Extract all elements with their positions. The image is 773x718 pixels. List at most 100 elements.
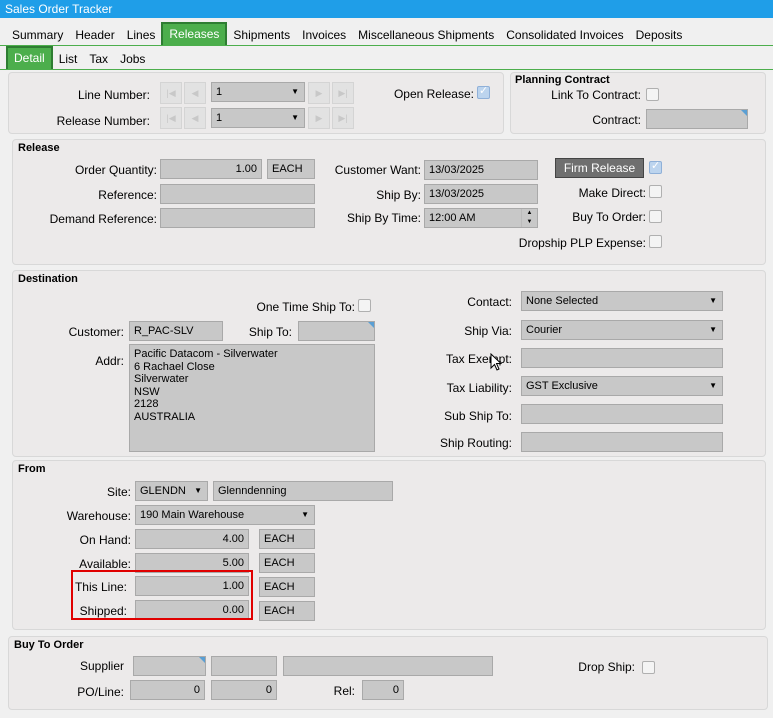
first-line-icon[interactable]: |◀	[160, 82, 182, 104]
sub-ship-to-field[interactable]	[521, 404, 723, 424]
link-to-contract-checkbox[interactable]	[646, 88, 659, 101]
reference-field[interactable]	[160, 184, 315, 204]
release-title: Release	[18, 142, 60, 154]
tab-header[interactable]: Header	[69, 24, 120, 46]
firm-release-checkbox[interactable]	[649, 159, 662, 174]
first-release-icon[interactable]: |◀	[160, 107, 182, 129]
this-line-uom[interactable]: EACH	[259, 577, 315, 597]
on-hand-label: On Hand:	[79, 533, 131, 547]
ship-by-time-label: Ship By Time:	[346, 211, 421, 225]
on-hand-field[interactable]: 4.00	[135, 529, 249, 549]
make-direct-checkbox[interactable]	[649, 185, 662, 198]
drop-ship-label: Drop Ship:	[578, 660, 635, 674]
buy-to-order-checkbox[interactable]	[649, 210, 662, 223]
demand-reference-label: Demand Reference:	[49, 212, 157, 226]
address-line: AUSTRALIA	[134, 410, 196, 423]
warehouse-select[interactable]: 190 Main Warehouse ▼	[135, 505, 315, 525]
release-number-label: Release Number:	[56, 114, 150, 128]
tax-liability-label: Tax Liability:	[446, 381, 512, 395]
ship-by-label: Ship By:	[376, 188, 421, 202]
address-line: Silverwater	[134, 373, 189, 386]
order-quantity-label: Order Quantity:	[74, 163, 157, 177]
buy-to-order-title: Buy To Order	[14, 639, 84, 651]
sub-ship-to-label: Sub Ship To:	[444, 409, 512, 423]
mouse-cursor-icon	[490, 353, 503, 371]
supplier-code-field[interactable]	[211, 656, 277, 676]
open-release-checkbox[interactable]	[477, 84, 490, 99]
warehouse-label: Warehouse:	[66, 509, 131, 523]
dropship-plp-label: Dropship PLP Expense:	[518, 236, 646, 250]
customer-want-label: Customer Want:	[334, 163, 421, 177]
address-line: 2128	[134, 398, 159, 411]
drop-ship-checkbox[interactable]	[642, 661, 655, 674]
supplier-label: Supplier	[79, 659, 124, 673]
tax-exempt-field[interactable]	[521, 348, 723, 368]
planning-contract-title: Planning Contract	[515, 74, 610, 86]
tab-jobs[interactable]: Jobs	[114, 48, 151, 70]
link-to-contract-label: Link To Contract:	[551, 88, 641, 102]
prev-line-icon[interactable]: ◀	[184, 82, 206, 104]
last-release-icon[interactable]: ▶|	[332, 107, 354, 129]
tab-list[interactable]: List	[53, 48, 84, 70]
tab-detail[interactable]: Detail	[6, 46, 53, 70]
release-number-select[interactable]: 1 ▼	[211, 108, 305, 128]
line-number-label: Line Number:	[77, 88, 150, 102]
addr-label: Addr:	[95, 354, 124, 368]
contact-select[interactable]: None Selected ▼	[521, 291, 723, 311]
site-select[interactable]: GLENDN ▼	[135, 481, 208, 501]
address-line: NSW	[134, 385, 160, 398]
ship-via-select[interactable]: Courier ▼	[521, 320, 723, 340]
order-quantity-field[interactable]: 1.00	[160, 159, 262, 179]
on-hand-uom[interactable]: EACH	[259, 529, 315, 549]
ship-to-label: Ship To:	[248, 325, 292, 339]
next-line-icon[interactable]: ▶	[308, 82, 330, 104]
tab-consolidated-invoices[interactable]: Consolidated Invoices	[500, 24, 629, 46]
customer-field[interactable]: R_PAC-SLV	[129, 321, 223, 341]
rel-field[interactable]: 0	[362, 680, 404, 700]
address-line: Pacific Datacom - Silverwater	[134, 348, 278, 360]
window-title: Sales Order Tracker	[0, 0, 773, 18]
tab-deposits[interactable]: Deposits	[630, 24, 689, 46]
contract-field[interactable]	[646, 109, 748, 129]
available-uom[interactable]: EACH	[259, 553, 315, 573]
subtab-underline	[0, 69, 773, 70]
supplier-id-field[interactable]	[133, 656, 206, 676]
tab-invoices[interactable]: Invoices	[296, 24, 352, 46]
po-field[interactable]: 0	[130, 680, 205, 700]
dropship-plp-checkbox[interactable]	[649, 235, 662, 248]
address-line: 6 Rachael Close	[134, 360, 215, 373]
supplier-name-field[interactable]	[283, 656, 493, 676]
one-time-ship-to-checkbox[interactable]	[358, 299, 371, 312]
tab-summary[interactable]: Summary	[6, 24, 69, 46]
from-title: From	[18, 463, 46, 475]
po-line-label: PO/Line:	[77, 685, 124, 699]
shipped-uom[interactable]: EACH	[259, 601, 315, 621]
tab-shipments[interactable]: Shipments	[227, 24, 296, 46]
demand-reference-field[interactable]	[160, 208, 315, 228]
tab-lines[interactable]: Lines	[121, 24, 162, 46]
order-quantity-uom[interactable]: EACH	[267, 159, 315, 179]
site-name-field[interactable]: Glenndenning	[213, 481, 393, 501]
tax-liability-select[interactable]: GST Exclusive ▼	[521, 376, 723, 396]
rel-label: Rel:	[333, 684, 355, 698]
contract-label: Contract:	[592, 113, 641, 127]
tab-releases[interactable]: Releases	[161, 22, 228, 46]
prev-release-icon[interactable]: ◀	[184, 107, 206, 129]
one-time-ship-to-label: One Time Ship To:	[256, 300, 356, 314]
tab-tax[interactable]: Tax	[83, 48, 114, 70]
firm-release-button[interactable]: Firm Release	[555, 158, 644, 178]
ship-to-field[interactable]	[298, 321, 375, 341]
tab-misc-shipments[interactable]: Miscellaneous Shipments	[352, 24, 500, 46]
sub-tab-bar: Detail List Tax Jobs	[0, 46, 151, 70]
line-field[interactable]: 0	[211, 680, 277, 700]
last-line-icon[interactable]: ▶|	[332, 82, 354, 104]
line-number-select[interactable]: 1 ▼	[211, 82, 305, 102]
customer-want-field[interactable]: 13/03/2025	[424, 160, 538, 180]
main-tab-bar: Summary Header Lines Releases Shipments …	[0, 22, 688, 46]
reference-label: Reference:	[98, 188, 157, 202]
address-box[interactable]: Pacific Datacom - Silverwater 6 Rachael …	[129, 344, 375, 452]
contact-label: Contact:	[467, 295, 512, 309]
ship-routing-field[interactable]	[521, 432, 723, 452]
buy-to-order-label: Buy To Order:	[572, 210, 646, 224]
next-release-icon[interactable]: ▶	[308, 107, 330, 129]
